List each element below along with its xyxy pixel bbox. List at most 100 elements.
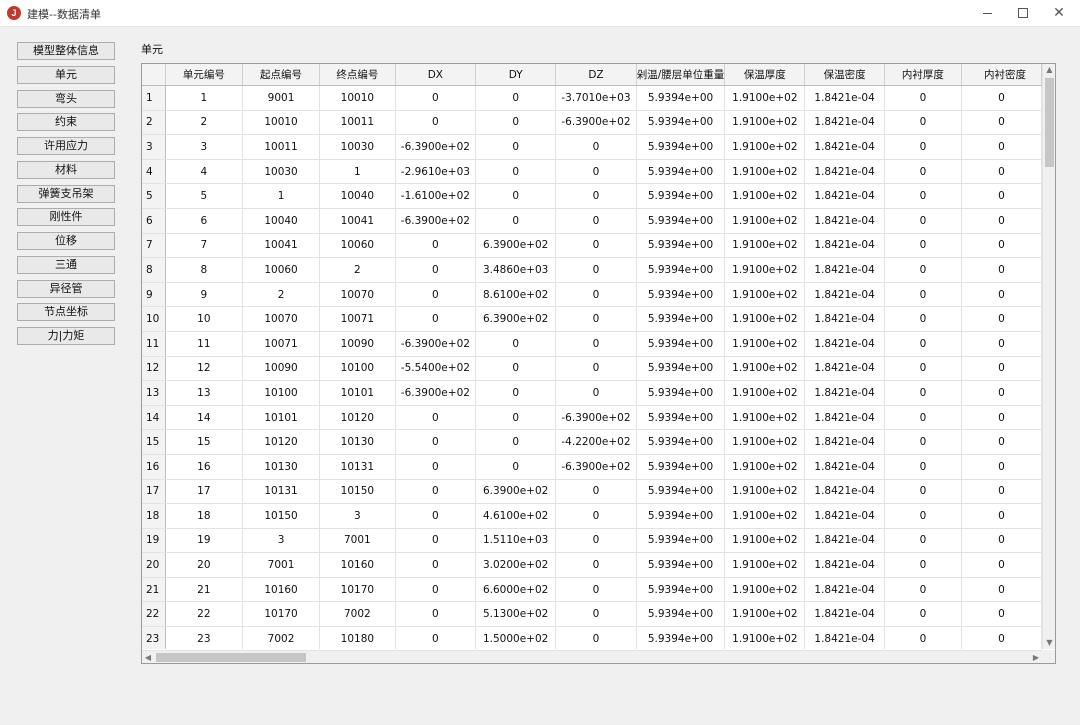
table-cell[interactable]: 1.9100e+02 xyxy=(724,110,806,136)
table-cell[interactable]: -6.3900e+02 xyxy=(395,134,477,160)
table-cell[interactable]: 10030 xyxy=(242,159,321,185)
col-header-end-node[interactable]: 终点编号 xyxy=(319,64,396,86)
table-cell[interactable]: 23 xyxy=(165,626,243,649)
table-row[interactable]: 3 3 10011 10030 -6.3900e+02 0 0 5.9394e+00 1.910… xyxy=(142,134,1042,160)
table-cell[interactable]: 0 xyxy=(961,110,1042,136)
table-cell[interactable]: 5.9394e+00 xyxy=(636,233,726,259)
table-cell[interactable]: 10041 xyxy=(319,208,396,234)
table-cell[interactable]: 1.9100e+02 xyxy=(724,306,806,332)
table-cell[interactable]: 1.9100e+02 xyxy=(724,429,806,455)
table-cell[interactable]: 0 xyxy=(475,110,557,136)
table-cell[interactable]: 0 xyxy=(961,429,1042,455)
table-cell[interactable]: 1.9100e+02 xyxy=(724,479,806,505)
table-cell[interactable]: 1.8421e-04 xyxy=(804,380,885,406)
table-cell[interactable]: 0 xyxy=(884,552,963,578)
table-cell[interactable]: 5.9394e+00 xyxy=(636,601,726,628)
table-cell[interactable]: 1.8421e-04 xyxy=(804,134,885,160)
table-cell[interactable]: 10070 xyxy=(242,306,321,332)
table-cell[interactable]: 0 xyxy=(961,85,1042,111)
table-cell[interactable]: 0 xyxy=(475,454,557,480)
table-cell[interactable]: 1.9100e+02 xyxy=(724,282,806,308)
col-header-lining-thickness[interactable]: 内衬厚度 xyxy=(884,64,963,86)
table-cell[interactable]: 10180 xyxy=(319,626,396,649)
table-cell[interactable]: 6.6000e+02 xyxy=(475,577,557,603)
row-header[interactable]: 7 xyxy=(142,233,166,259)
table-row[interactable]: 4 4 10030 1 -2.9610e+03 0 0 5.9394e+00 1.9100e+0… xyxy=(142,159,1042,185)
row-header[interactable]: 21 xyxy=(142,577,166,603)
col-header-dz[interactable]: DZ xyxy=(555,64,637,86)
table-cell[interactable]: 1.9100e+02 xyxy=(724,528,806,554)
table-cell[interactable]: 0 xyxy=(475,380,557,406)
vertical-scroll-thumb[interactable] xyxy=(1045,78,1054,167)
vertical-scrollbar[interactable]: ▲ ▼ xyxy=(1042,64,1055,649)
table-cell[interactable]: 0 xyxy=(395,257,477,283)
table-cell[interactable]: 0 xyxy=(395,233,477,259)
table-cell[interactable]: 10040 xyxy=(242,208,321,234)
table-cell[interactable]: 0 xyxy=(475,208,557,234)
row-header[interactable]: 17 xyxy=(142,479,166,505)
table-cell[interactable]: 10010 xyxy=(242,110,321,136)
table-cell[interactable]: 1 xyxy=(319,159,396,185)
table-cell[interactable]: 10100 xyxy=(242,380,321,406)
row-header[interactable]: 1 xyxy=(142,85,166,111)
table-cell[interactable]: 0 xyxy=(395,405,477,431)
table-cell[interactable]: 14 xyxy=(165,405,243,431)
table-cell[interactable]: 3 xyxy=(242,528,321,554)
table-cell[interactable]: 10160 xyxy=(319,552,396,578)
table-cell[interactable]: 0 xyxy=(961,528,1042,554)
table-row[interactable]: 8 8 10060 2 0 3.4860e+03 0 5.9394e+00 1.9100e+02… xyxy=(142,257,1042,283)
table-cell[interactable]: 10150 xyxy=(242,503,321,529)
table-cell[interactable]: 0 xyxy=(884,528,963,554)
table-cell[interactable]: 10130 xyxy=(319,429,396,455)
table-row[interactable]: 15 15 10120 10130 0 0 -4.2200e+02 5.9394e+00 1.9… xyxy=(142,429,1042,455)
table-cell[interactable]: 5.9394e+00 xyxy=(636,626,726,649)
table-cell[interactable]: 0 xyxy=(555,233,637,259)
row-header[interactable]: 20 xyxy=(142,552,166,578)
table-cell[interactable]: 6.3900e+02 xyxy=(475,306,557,332)
row-header[interactable]: 4 xyxy=(142,159,166,185)
col-header-insulation-density[interactable]: 保温密度 xyxy=(804,64,885,86)
table-cell[interactable]: 0 xyxy=(555,528,637,554)
table-cell[interactable]: -1.6100e+02 xyxy=(395,183,477,209)
row-header[interactable]: 18 xyxy=(142,503,166,529)
table-cell[interactable]: 0 xyxy=(395,577,477,603)
table-cell[interactable]: 1.8421e-04 xyxy=(804,159,885,185)
table-cell[interactable]: 0 xyxy=(555,479,637,505)
table-cell[interactable]: 10170 xyxy=(319,577,396,603)
table-cell[interactable]: 2 xyxy=(165,110,243,136)
table-row[interactable]: 13 13 10100 10101 -6.3900e+02 0 0 5.9394e+00 1.9… xyxy=(142,380,1042,406)
table-row[interactable]: 1 1 9001 10010 0 0 -3.7010e+03 5.9394e+00 1.9100… xyxy=(142,85,1042,111)
table-cell[interactable]: 1.9100e+02 xyxy=(724,208,806,234)
table-cell[interactable]: 1.9100e+02 xyxy=(724,454,806,480)
table-cell[interactable]: 10070 xyxy=(319,282,396,308)
table-cell[interactable]: 5.9394e+00 xyxy=(636,503,726,529)
table-cell[interactable]: 1.9100e+02 xyxy=(724,503,806,529)
table-cell[interactable]: 0 xyxy=(884,503,963,529)
table-cell[interactable]: 0 xyxy=(475,356,557,382)
table-cell[interactable]: 1.9100e+02 xyxy=(724,405,806,431)
table-cell[interactable]: 1.8421e-04 xyxy=(804,503,885,529)
table-cell[interactable]: 0 xyxy=(475,429,557,455)
table-row[interactable]: 17 17 10131 10150 0 6.3900e+02 0 5.9394e+00 1.91… xyxy=(142,479,1042,505)
table-row[interactable]: 11 11 10071 10090 -6.3900e+02 0 0 5.9394e+00 1.9… xyxy=(142,331,1042,357)
table-row[interactable]: 6 6 10040 10041 -6.3900e+02 0 0 5.9394e+00 1.910… xyxy=(142,208,1042,234)
table-cell[interactable]: 19 xyxy=(165,528,243,554)
table-cell[interactable]: 0 xyxy=(884,257,963,283)
table-cell[interactable]: 0 xyxy=(475,134,557,160)
table-cell[interactable]: 1.8421e-04 xyxy=(804,282,885,308)
table-cell[interactable]: 4 xyxy=(165,159,243,185)
table-cell[interactable]: 1.9100e+02 xyxy=(724,183,806,209)
table-cell[interactable]: 0 xyxy=(555,159,637,185)
table-cell[interactable]: 10090 xyxy=(319,331,396,357)
table-cell[interactable]: 0 xyxy=(555,331,637,357)
table-cell[interactable]: 17 xyxy=(165,479,243,505)
table-cell[interactable]: 0 xyxy=(395,479,477,505)
row-header[interactable]: 14 xyxy=(142,405,166,431)
table-cell[interactable]: 5.9394e+00 xyxy=(636,429,726,455)
table-cell[interactable]: 0 xyxy=(961,183,1042,209)
table-cell[interactable]: 0 xyxy=(961,159,1042,185)
table-cell[interactable]: 6.3900e+02 xyxy=(475,233,557,259)
horizontal-scrollbar[interactable]: ◀ ▶ xyxy=(142,650,1042,663)
table-cell[interactable]: 7002 xyxy=(319,601,396,628)
table-cell[interactable]: 5.9394e+00 xyxy=(636,331,726,357)
